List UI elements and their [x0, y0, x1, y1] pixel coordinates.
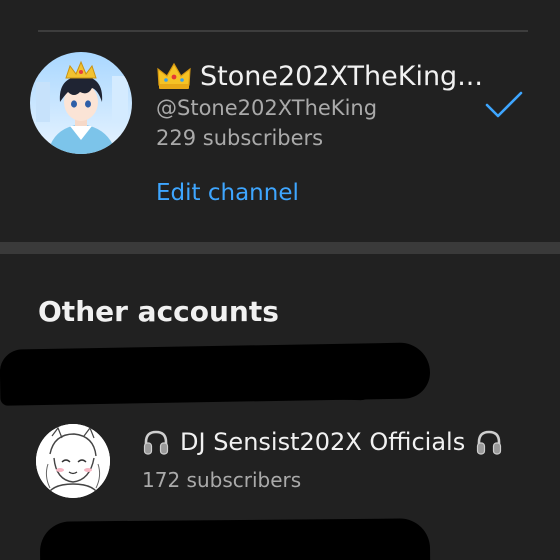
- channel-handle: @Stone202XTheKing: [156, 96, 378, 120]
- channel-title: Stone202XTheKing...: [156, 56, 483, 96]
- top-divider: [38, 30, 528, 32]
- current-account-avatar: [30, 52, 132, 154]
- redaction-mark: [39, 518, 431, 560]
- section-divider: [0, 242, 560, 254]
- other-account-avatar: [36, 424, 110, 498]
- edit-channel-link[interactable]: Edit channel: [156, 180, 299, 206]
- account-switcher-screen: Stone202XTheKing... @Stone202XTheKing 22…: [0, 0, 560, 560]
- channel-name: Stone202XTheKing...: [200, 60, 483, 92]
- other-account-name-row: DJ Sensist202X Officials: [142, 428, 503, 456]
- subscriber-count: 229 subscribers: [156, 126, 324, 150]
- other-accounts-heading: Other accounts: [38, 295, 279, 328]
- checkmark-icon[interactable]: [484, 90, 524, 120]
- other-account-name: DJ Sensist202X Officials: [180, 428, 466, 456]
- other-account-subscribers: 172 subscribers: [142, 468, 302, 492]
- headphones-icon: [475, 428, 503, 456]
- other-account-item[interactable]: DJ Sensist202X Officials 172 subscribers: [0, 418, 560, 508]
- avatar-sketch-character-image: [36, 424, 110, 498]
- avatar-anime-character-image: [30, 52, 132, 154]
- headphones-icon: [142, 428, 170, 456]
- crown-icon: [156, 61, 192, 91]
